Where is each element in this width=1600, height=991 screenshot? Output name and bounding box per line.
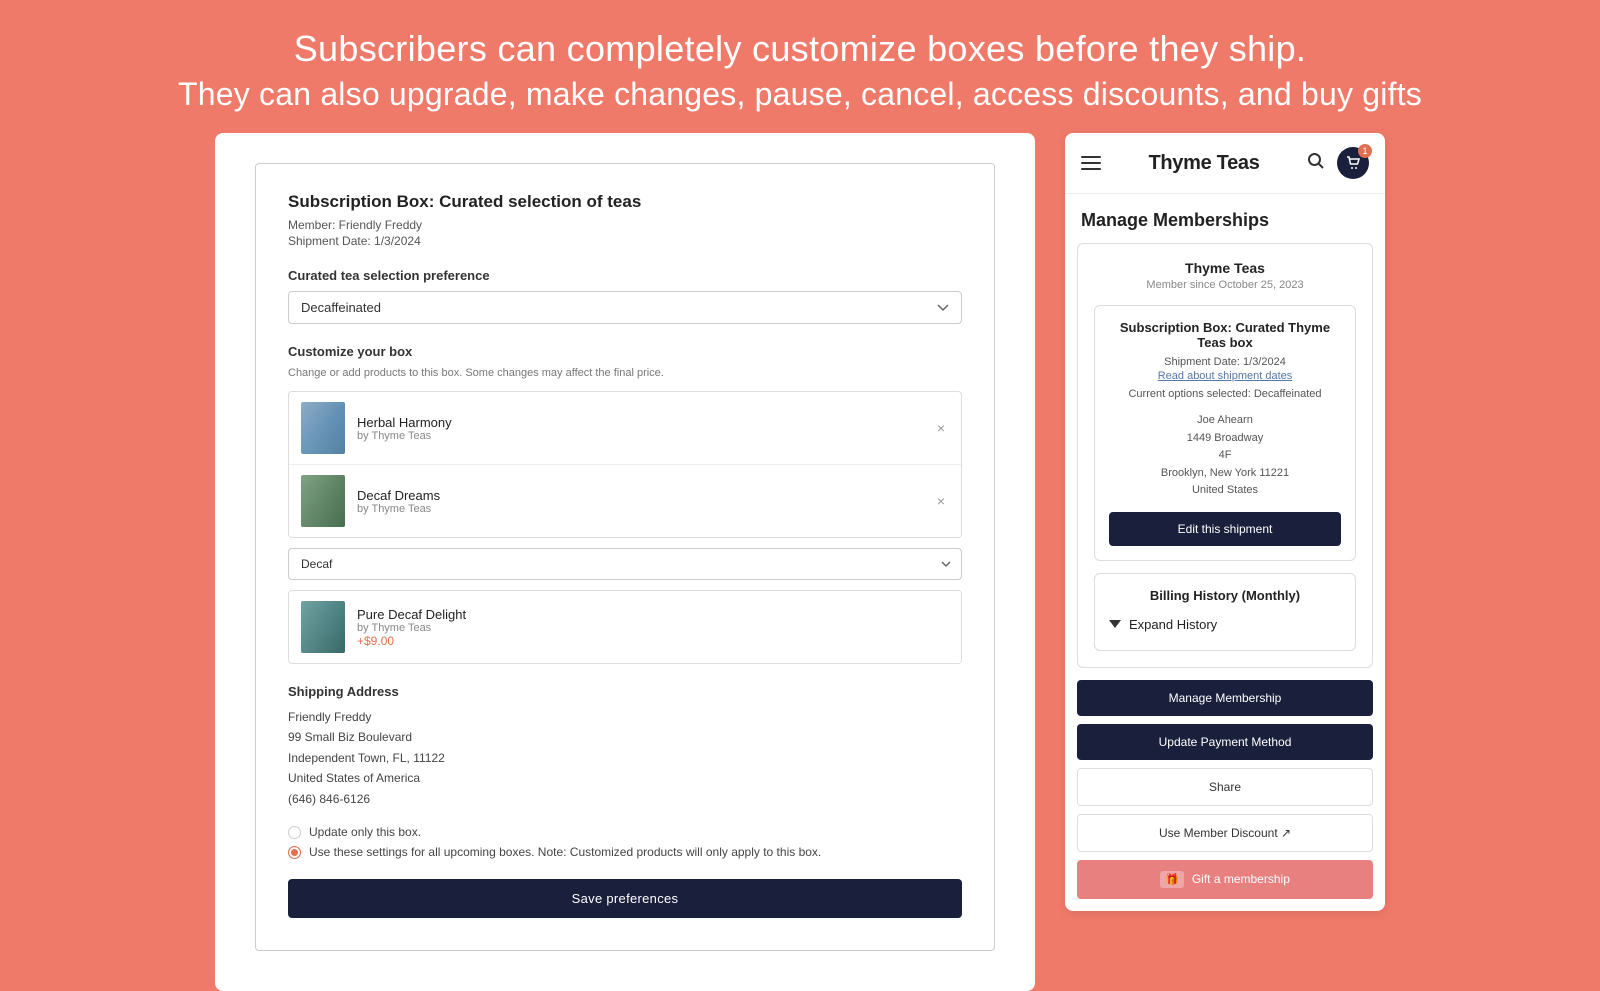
expand-history-triangle-icon (1109, 620, 1121, 628)
left-inner-card: Subscription Box: Curated selection of t… (255, 163, 995, 951)
addr-name: Joe Ahearn (1197, 414, 1253, 426)
radio-use-settings: Use these settings for all upcoming boxe… (288, 845, 962, 859)
shipping-section: Shipping Address Friendly Freddy 99 Smal… (288, 684, 962, 918)
customize-subtitle: Change or add products to this box. Some… (288, 367, 962, 379)
product-info-2: Decaf Dreams by Thyme Teas (357, 488, 933, 515)
save-preferences-button[interactable]: Save preferences (288, 879, 962, 918)
store-name-header: Thyme Teas (1148, 152, 1259, 175)
tea-preference-dropdown[interactable]: Decaffeinated (288, 291, 962, 324)
shipment-card-date: Shipment Date: 1/3/2024 (1109, 356, 1341, 368)
cart-icon[interactable]: 1 (1337, 147, 1369, 179)
product-item: Herbal Harmony by Thyme Teas × (289, 392, 961, 465)
shipment-address: Joe Ahearn 1449 Broadway 4F Brooklyn, Ne… (1109, 412, 1341, 500)
product-info-1: Herbal Harmony by Thyme Teas (357, 415, 933, 442)
radio-update-only: Update only this box. (288, 825, 962, 839)
product-by-2: by Thyme Teas (357, 503, 933, 515)
addr-line4: United States (1192, 484, 1258, 496)
add-product-info: Pure Decaf Delight by Thyme Teas +$9.00 (357, 607, 949, 648)
header-line1: Subscribers can completely customize box… (60, 28, 1540, 70)
search-icon[interactable] (1307, 152, 1325, 175)
product-remove-1[interactable]: × (933, 416, 949, 440)
hamburger-menu-icon[interactable] (1081, 156, 1101, 170)
tea-preference-label: Curated tea selection preference (288, 268, 962, 283)
member-info: Member: Friendly Freddy (288, 218, 962, 232)
addr-line3: Brooklyn, New York 11221 (1161, 467, 1289, 479)
add-product-price: +$9.00 (357, 634, 949, 648)
product-thumbnail-1 (301, 402, 345, 454)
mobile-header: Thyme Teas 1 (1065, 133, 1385, 194)
manage-memberships-title: Manage Memberships (1065, 194, 1385, 243)
subscription-title: Subscription Box: Curated selection of t… (288, 192, 962, 212)
member-discount-button[interactable]: Use Member Discount ↗ (1077, 814, 1373, 852)
member-since: Member since October 25, 2023 (1094, 279, 1356, 291)
radio-dot-1[interactable] (288, 826, 301, 839)
membership-card: Thyme Teas Member since October 25, 2023… (1077, 243, 1373, 668)
manage-membership-button[interactable]: Manage Membership (1077, 680, 1373, 716)
radio-group: Update only this box. Use these settings… (288, 825, 962, 859)
cart-badge: 1 (1358, 144, 1372, 158)
add-product-item: Pure Decaf Delight by Thyme Teas +$9.00 (289, 591, 961, 663)
product-item-2: Decaf Dreams by Thyme Teas × (289, 465, 961, 537)
customize-box-section: Customize your box Change or add product… (288, 344, 962, 664)
addr-line2: 4F (1219, 449, 1232, 461)
addr-line1: 1449 Broadway (1187, 432, 1263, 444)
gift-btn-label: Gift a membership (1192, 872, 1290, 886)
customize-box-label: Customize your box (288, 344, 962, 359)
product-name-1: Herbal Harmony (357, 415, 933, 430)
add-product-name: Pure Decaf Delight (357, 607, 949, 622)
gift-icon: 🎁 (1160, 871, 1184, 888)
radio-label-2: Use these settings for all upcoming boxe… (309, 845, 821, 859)
membership-store-name: Thyme Teas (1094, 260, 1356, 276)
billing-card: Billing History (Monthly) Expand History (1094, 573, 1356, 651)
shipment-card-title: Subscription Box: Curated Thyme Teas box (1109, 320, 1341, 350)
right-panel: Thyme Teas 1 Manage Memberships (1065, 133, 1385, 911)
product-remove-2[interactable]: × (933, 489, 949, 513)
shipment-card: Subscription Box: Curated Thyme Teas box… (1094, 305, 1356, 561)
gift-membership-button[interactable]: 🎁 Gift a membership (1077, 860, 1373, 899)
edit-shipment-button[interactable]: Edit this shipment (1109, 512, 1341, 546)
expand-history-row[interactable]: Expand History (1109, 613, 1341, 636)
header-icons: 1 (1307, 147, 1369, 179)
share-button[interactable]: Share (1077, 768, 1373, 806)
add-product-thumbnail (301, 601, 345, 653)
header-line2: They can also upgrade, make changes, pau… (60, 76, 1540, 113)
left-panel: Subscription Box: Curated selection of t… (215, 133, 1035, 991)
action-buttons: Manage Membership Update Payment Method … (1065, 680, 1385, 911)
shipment-card-options: Current options selected: Decaffeinated (1109, 388, 1341, 400)
product-by-1: by Thyme Teas (357, 430, 933, 442)
radio-label-1: Update only this box. (309, 825, 421, 839)
shipment-date: Shipment Date: 1/3/2024 (288, 234, 962, 248)
expand-history-label: Expand History (1129, 617, 1217, 632)
decaf-category-dropdown[interactable]: Decaf (288, 548, 962, 580)
product-name-2: Decaf Dreams (357, 488, 933, 503)
update-payment-button[interactable]: Update Payment Method (1077, 724, 1373, 760)
shipment-card-link[interactable]: Read about shipment dates (1109, 370, 1341, 382)
product-thumbnail-2 (301, 475, 345, 527)
add-product-by: by Thyme Teas (357, 622, 949, 634)
add-product-list: Pure Decaf Delight by Thyme Teas +$9.00 (288, 590, 962, 664)
products-list: Herbal Harmony by Thyme Teas × Decaf Dre… (288, 391, 962, 538)
panels-container: Subscription Box: Curated selection of t… (0, 133, 1600, 991)
shipping-address: Friendly Freddy 99 Small Biz Boulevard I… (288, 707, 962, 809)
shipping-label: Shipping Address (288, 684, 962, 699)
radio-dot-2[interactable] (288, 846, 301, 859)
header-section: Subscribers can completely customize box… (0, 0, 1600, 133)
billing-title: Billing History (Monthly) (1109, 588, 1341, 603)
